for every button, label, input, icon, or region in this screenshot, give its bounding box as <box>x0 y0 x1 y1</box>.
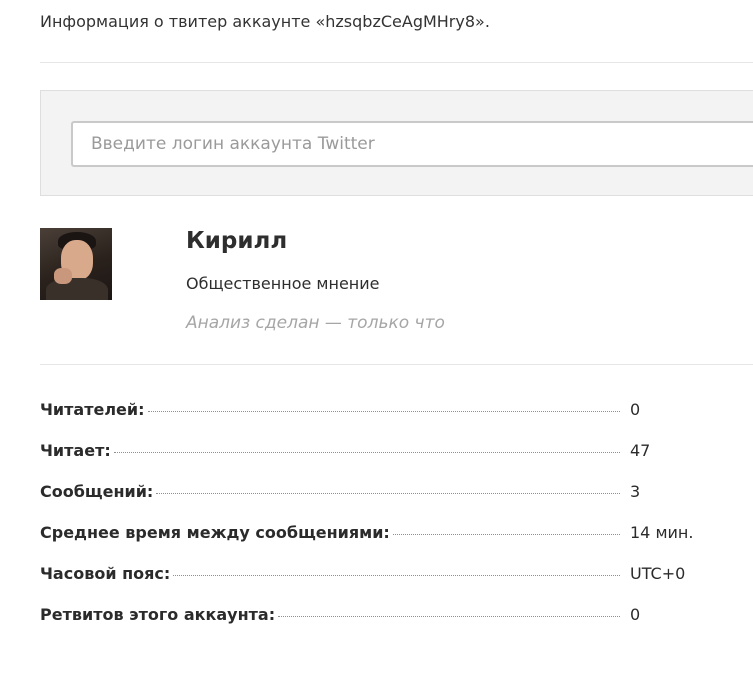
stat-row-timezone: Часовой пояс: UTC+0 <box>40 564 700 605</box>
stat-value: UTC+0 <box>630 564 686 583</box>
search-panel <box>40 90 753 196</box>
stat-label: Сообщений: <box>40 482 154 501</box>
stat-leader-dots <box>113 452 620 453</box>
stat-value: 47 <box>630 441 651 460</box>
stat-label: Ретвитов этого аккаунта: <box>40 605 276 624</box>
stat-row-followers: Читателей: 0 <box>40 400 700 441</box>
page: Информация о твитер аккаунте «hzsqbzCeAg… <box>0 0 753 673</box>
stat-leader-dots <box>147 411 620 412</box>
stat-label: Часовой пояс: <box>40 564 171 583</box>
stat-leader-dots <box>392 534 620 535</box>
stat-label: Читателей: <box>40 400 145 419</box>
stat-value: 14 мин. <box>630 523 694 542</box>
avatar-hand <box>54 268 72 284</box>
stat-value: 0 <box>630 605 641 624</box>
header-divider <box>40 62 753 63</box>
stat-row-avg-interval: Среднее время между сообщениями: 14 мин. <box>40 523 700 564</box>
analysis-status: Анализ сделан — только что <box>186 313 445 333</box>
profile-divider <box>40 364 753 365</box>
stat-leader-dots <box>156 493 620 494</box>
stats-list: Читателей: 0 Читает: 47 Сообщений: 3 Сре… <box>40 400 700 646</box>
profile-avatar <box>40 228 112 300</box>
stat-value: 3 <box>630 482 641 501</box>
stat-row-retweets: Ретвитов этого аккаунта: 0 <box>40 605 700 646</box>
page-title: Информация о твитер аккаунте «hzsqbzCeAg… <box>40 12 490 31</box>
stat-value: 0 <box>630 400 641 419</box>
stat-leader-dots <box>278 616 620 617</box>
stat-row-following: Читает: 47 <box>40 441 700 482</box>
stat-label: Среднее время между сообщениями: <box>40 523 390 542</box>
profile-description: Общественное мнение <box>186 274 380 293</box>
profile-name: Кирилл <box>186 228 288 254</box>
account-login-input[interactable] <box>71 121 753 167</box>
stat-leader-dots <box>173 575 620 576</box>
stat-label: Читает: <box>40 441 111 460</box>
stat-row-messages: Сообщений: 3 <box>40 482 700 523</box>
